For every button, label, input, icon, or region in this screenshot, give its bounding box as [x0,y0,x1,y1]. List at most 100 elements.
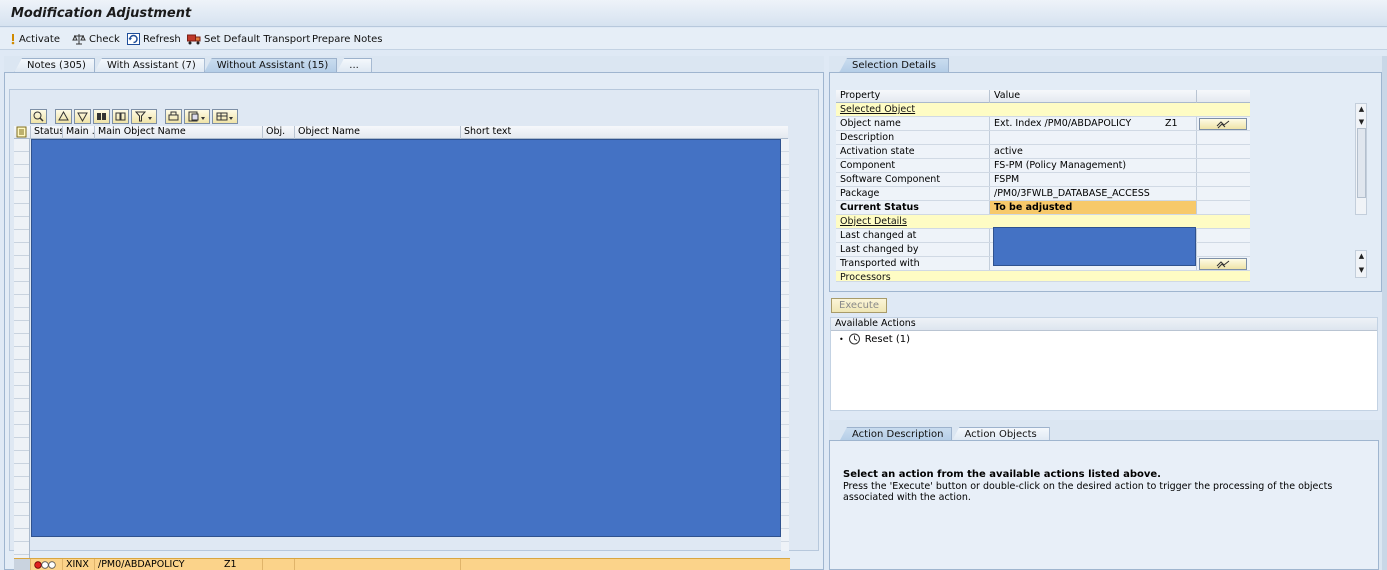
properties-scrollbar[interactable]: ▲ ▼ [1355,103,1367,215]
group-selected-object-label: Selected Object [840,104,916,115]
value-component: FS-PM (Policy Management) [990,159,1197,172]
value-object-name: Ext. Index /PM0/ABDAPOLICY Z1 [990,117,1197,130]
cell-main-object-name: /PM0/ABDAPOLICY Z1 [95,559,263,570]
scales-icon [72,33,86,45]
selection-details-panel: Selection Details Property Value Selecte… [829,56,1382,292]
label-transported-with: Transported with [836,257,990,270]
value-activation-state: active [990,145,1197,158]
alv-container: Status Main ... Main Object Name Obj. Ob… [9,89,819,570]
details-icon[interactable] [30,108,47,124]
tab-more[interactable]: ... [336,58,372,73]
action-description-panel: Action Description Action Objects Select… [829,420,1382,570]
group-selected-object[interactable]: Selected Object [836,103,1250,117]
column-main-object-name[interactable]: Main Object Name [95,126,263,139]
tab-without-assistant[interactable]: Without Assistant (15) [203,58,338,73]
group-processors-label: Processors [840,272,891,283]
group-processors[interactable]: Processors [836,271,1250,283]
display-transport-icon[interactable] [1199,258,1247,270]
table-row[interactable]: XINX /PM0/ABDAPOLICY Z1 [14,558,790,570]
scroll-up-icon[interactable]: ▲ [1357,105,1366,114]
left-tab-content: Status Main ... Main Object Name Obj. Ob… [4,72,824,570]
sort-ascending-icon[interactable] [55,108,72,124]
column-edit [1197,90,1250,103]
value-object-name-text: Ext. Index /PM0/ABDAPOLICY [994,118,1132,129]
label-activation-state: Activation state [836,145,990,158]
find-icon[interactable] [93,108,110,124]
value-object-name-suffix: Z1 [1165,118,1178,129]
available-actions-panel: Available Actions • Reset (1) [830,317,1378,411]
window-title: Modification Adjustment [11,6,192,21]
label-package: Package [836,187,990,200]
property-current-status: Current Status To be adjusted [836,201,1250,215]
set-default-transport-button[interactable]: Set Default Transport [187,32,310,46]
refresh-icon [127,33,140,45]
column-short-text[interactable]: Short text [461,126,788,139]
column-status[interactable]: Status [31,126,63,139]
check-label: Check [89,33,120,45]
column-property: Property [836,90,990,103]
action-description-content [829,440,1379,570]
scroll-down-icon-2[interactable]: ▼ [1357,266,1366,275]
row-selector-column[interactable] [14,139,30,559]
column-obj[interactable]: Obj. [263,126,295,139]
status-badge: To be adjusted [990,201,1197,214]
available-actions-header: Available Actions [831,318,1377,331]
activate-icon [10,33,16,45]
tab-with-assistant[interactable]: With Assistant (7) [93,58,205,73]
column-value: Value [990,90,1197,103]
column-object-name[interactable]: Object Name [295,126,461,139]
reset-icon [848,333,861,345]
activate-button[interactable]: Activate [10,32,60,46]
property-software-component: Software Component FSPM [836,173,1250,187]
refresh-button[interactable]: Refresh [127,32,181,46]
find-next-icon[interactable] [112,108,129,124]
label-object-name: Object name [836,117,990,130]
grid-header: Status Main ... Main Object Name Obj. Ob… [14,126,788,139]
description-text: Press the 'Execute' button or double-cli… [843,481,1333,503]
redacted-grid-area [31,139,781,537]
column-main[interactable]: Main ... [63,126,95,139]
grid-right-strip [781,139,789,551]
scroll-up-icon-2[interactable]: ▲ [1357,252,1366,261]
value-software-component: FSPM [990,173,1197,186]
property-grid: Property Value Selected Object Object na… [836,90,1367,283]
layout-icon[interactable] [212,108,238,124]
property-description: Description [836,131,1250,145]
label-last-changed-at: Last changed at [836,229,990,242]
scroll-down-icon[interactable]: ▼ [1357,118,1366,127]
action-reset-label: Reset (1) [864,333,910,345]
description-title: Select an action from the available acti… [843,469,1161,480]
alv-toolbar [30,108,238,124]
label-component: Component [836,159,990,172]
value-package: /PM0/3FWLB_DATABASE_ACCESS [990,187,1197,200]
scroll-thumb[interactable] [1357,128,1366,198]
activate-label: Activate [19,33,60,45]
select-all-icon[interactable] [14,126,31,139]
application-toolbar: Activate Check Refresh Set Default Trans… [0,28,1387,50]
print-icon[interactable] [165,108,182,124]
sort-descending-icon[interactable] [74,108,91,124]
property-package: Package /PM0/3FWLB_DATABASE_ACCESS [836,187,1250,201]
cell-main: XINX [63,559,95,570]
tab-selection-details[interactable]: Selection Details [839,58,949,73]
execute-button[interactable]: Execute [831,298,887,313]
refresh-label: Refresh [143,33,181,45]
label-software-component: Software Component [836,173,990,186]
prepare-notes-button[interactable]: Prepare Notes [312,32,382,46]
details-scrollbar[interactable]: ▲ ▼ [1355,250,1367,278]
filter-icon[interactable] [131,108,157,124]
row-selector[interactable] [14,559,31,570]
display-object-icon[interactable] [1199,118,1247,130]
label-description: Description [836,131,990,144]
export-icon[interactable] [184,108,210,124]
prepare-notes-label: Prepare Notes [312,33,383,45]
traffic-light-icon [31,559,63,570]
tab-notes[interactable]: Notes (305) [14,58,95,73]
action-item-reset[interactable]: • Reset (1) [839,332,910,346]
truck-icon [187,33,201,45]
left-panel: Notes (305) With Assistant (7) Without A… [4,56,824,570]
redacted-details-area [993,227,1196,266]
cell-main-object-suffix: Z1 [224,559,237,570]
cell-short-text [461,559,790,570]
check-button[interactable]: Check [72,32,120,46]
